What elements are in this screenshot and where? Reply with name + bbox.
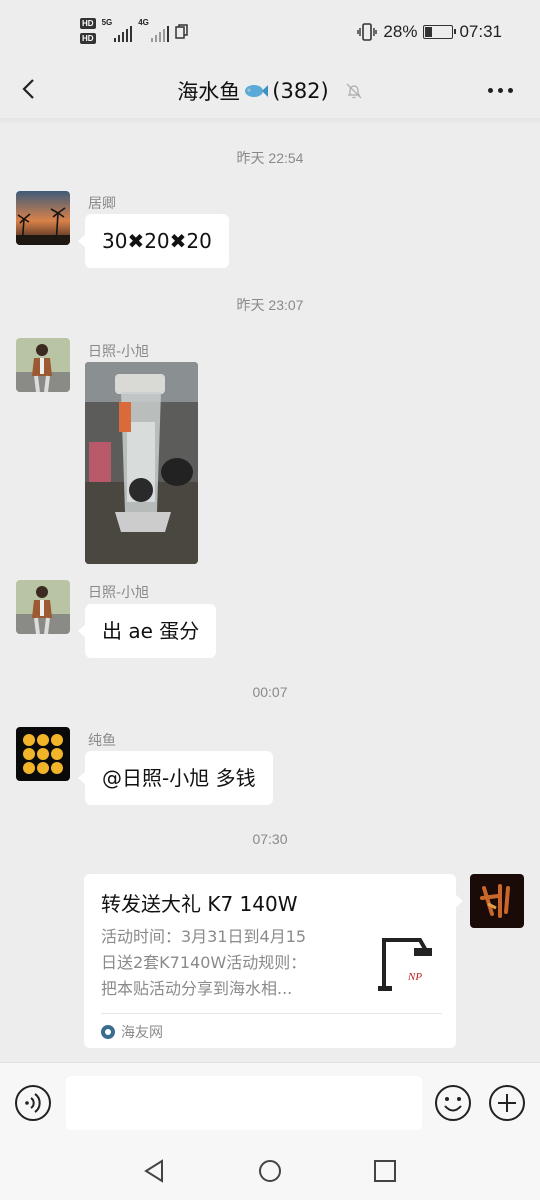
avatar-rizhao-xiaoxu[interactable] — [16, 580, 70, 634]
system-back-button[interactable] — [142, 1158, 168, 1184]
message-bubble[interactable]: @日照-小旭 多钱 — [78, 751, 273, 805]
message-image[interactable] — [85, 362, 198, 564]
voice-button[interactable] — [14, 1084, 52, 1122]
more-functions-button[interactable] — [488, 1084, 526, 1122]
hd-indicators: HD HD — [80, 18, 96, 44]
system-navigation-bar — [0, 1142, 540, 1200]
battery-fill — [425, 27, 433, 37]
status-bar: HD HD 5G 4G 28% 07:31 — [0, 0, 540, 66]
sender-name: 日照-小旭 — [88, 344, 150, 360]
calligraphy-avatar-icon — [470, 874, 524, 928]
more-options-button[interactable] — [488, 80, 518, 100]
timestamp: 昨天 22:54 — [236, 150, 304, 166]
network-4g-label: 4G — [138, 18, 149, 27]
triangle-back-icon — [144, 1159, 163, 1183]
sender-name: 居卿 — [88, 196, 116, 212]
link-card-desc-line: 活动时间：3月31日到4月15 — [101, 927, 307, 946]
message-input[interactable] — [66, 1076, 422, 1130]
sender-name: 纯鱼 — [88, 733, 116, 749]
link-card-desc-line: 把本贴活动分享到海水相... — [101, 979, 293, 998]
sunset-palm-avatar-icon — [16, 191, 70, 245]
voice-icon — [15, 1085, 51, 1121]
member-count: (382) — [272, 79, 329, 103]
link-card-thumb-logo: NP — [407, 971, 422, 983]
link-card-thumbnail: NP — [374, 932, 440, 996]
link-card[interactable]: 转发送大礼 K7 140W 活动时间：3月31日到4月15 日送2套K7140W… — [84, 874, 463, 1048]
sender-name: 日照-小旭 — [88, 585, 150, 601]
fish-emoji-icon — [245, 85, 269, 97]
avatar-juqing[interactable] — [16, 191, 70, 245]
protein-skimmer-photo-icon — [85, 362, 198, 564]
timestamp: 昨天 23:07 — [236, 297, 304, 313]
network-5g-label: 5G — [101, 18, 113, 27]
link-card-source: 海友网 — [101, 1022, 163, 1042]
avatar-rizhao-xiaoxu[interactable] — [16, 338, 70, 392]
timestamp: 00:07 — [252, 684, 288, 700]
circle-home-icon — [259, 1160, 281, 1182]
message-bubble[interactable]: 30✖20✖20 — [78, 214, 229, 268]
signal-5g: 5G — [102, 18, 133, 42]
more-dots-icon — [508, 87, 513, 93]
avatar-chunyu[interactable] — [16, 727, 70, 781]
hd-badge-2: HD — [80, 33, 96, 44]
input-bar — [0, 1062, 540, 1142]
signal-bars-icon — [150, 26, 169, 42]
person-avatar-icon — [16, 580, 70, 634]
status-right: 28% 07:31 — [357, 22, 502, 42]
vibrate-icon — [357, 23, 378, 41]
emoji-icon — [435, 1085, 471, 1121]
person-avatar-icon — [16, 338, 70, 392]
link-card-title: 转发送大礼 K7 140W — [101, 892, 298, 916]
square-recents-icon — [374, 1160, 396, 1182]
link-card-description: 活动时间：3月31日到4月15 日送2套K7140W活动规则： 把本贴活动分享到… — [101, 924, 351, 1002]
status-time: 07:31 — [459, 22, 502, 41]
timestamp: 07:30 — [252, 831, 288, 847]
hd-badge-1: HD — [80, 18, 96, 29]
system-home-button[interactable] — [257, 1158, 283, 1184]
mute-bell-icon — [346, 83, 362, 99]
link-card-desc-line: 日送2套K7140W活动规则： — [101, 953, 307, 972]
emoji-button[interactable] — [434, 1084, 472, 1122]
more-dots-icon — [488, 87, 493, 93]
header-shadow — [0, 118, 540, 124]
link-card-source-name: 海友网 — [121, 1025, 163, 1041]
plus-icon — [489, 1085, 525, 1121]
chat-title: 海水鱼 (382) — [0, 76, 540, 106]
chat-header: 海水鱼 (382) — [0, 66, 540, 118]
signal-bars-icon — [114, 26, 133, 42]
signal-4g: 4G — [138, 18, 169, 42]
message-bubble[interactable]: 出 ae 蛋分 — [77, 604, 217, 658]
status-left: HD HD 5G 4G — [80, 18, 189, 44]
battery-percent: 28% — [383, 22, 418, 41]
link-card-divider — [101, 1013, 442, 1014]
source-app-icon — [101, 1025, 115, 1039]
system-recents-button[interactable] — [372, 1158, 398, 1184]
nfc-icon — [175, 24, 188, 39]
more-dots-icon — [498, 87, 503, 93]
avatar-self[interactable] — [470, 874, 524, 928]
battery-icon — [423, 25, 457, 39]
group-name: 海水鱼 — [177, 80, 241, 104]
emoji-grid-avatar-icon — [16, 727, 70, 781]
